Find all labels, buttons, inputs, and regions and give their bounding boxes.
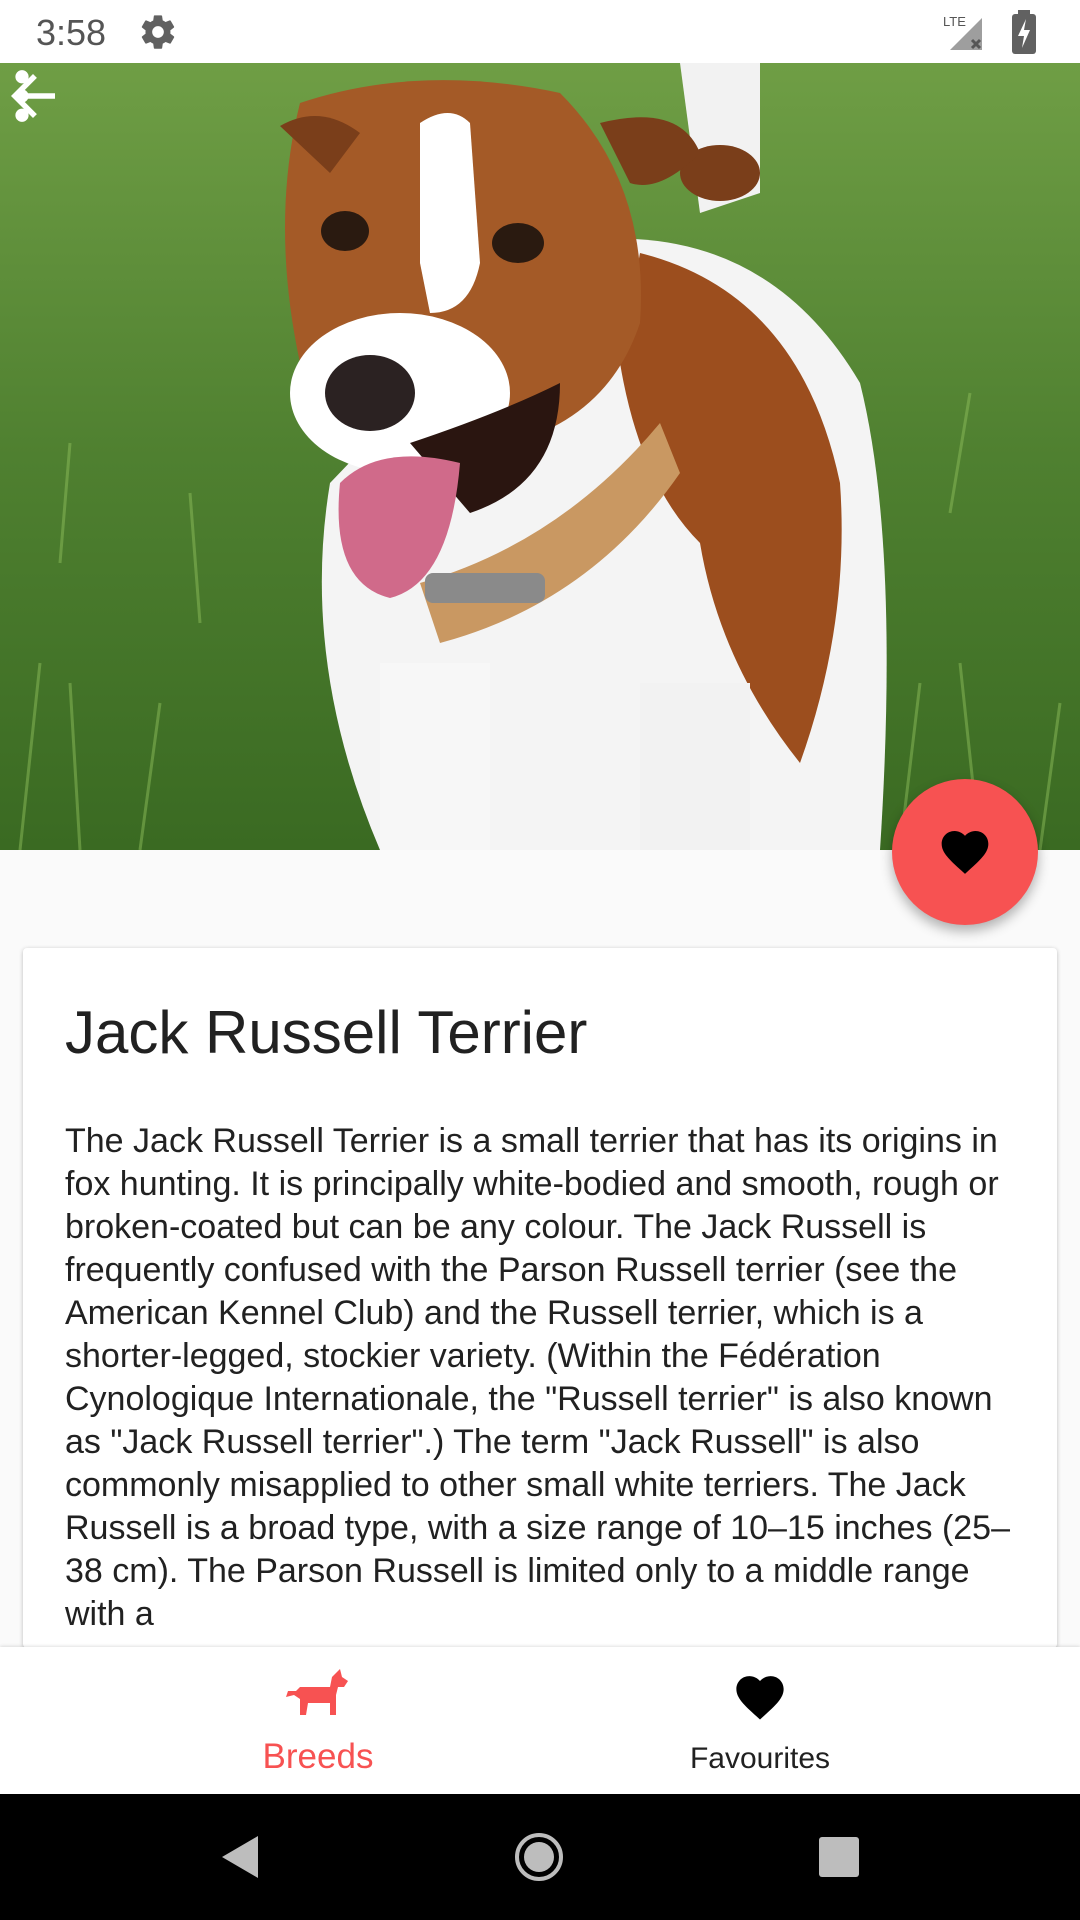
- breed-title: Jack Russell Terrier: [65, 999, 588, 1066]
- system-navigation-bar: [0, 1794, 1080, 1920]
- heart-icon: [736, 1676, 784, 1720]
- breed-description: The Jack Russell Terrier is a small terr…: [65, 1122, 1010, 1633]
- recents-square-icon[interactable]: [806, 1824, 872, 1890]
- more-vert-icon[interactable]: [0, 63, 44, 129]
- gear-icon: [141, 15, 175, 49]
- favourite-fab-button[interactable]: [892, 779, 1038, 925]
- home-circle-icon[interactable]: [506, 1824, 572, 1890]
- dog-photo: [0, 63, 1080, 850]
- nav-label-favourites: Favourites: [689, 1742, 831, 1775]
- dog-icon: [286, 1669, 348, 1715]
- bottom-navigation: Breeds Favourites: [0, 1647, 1080, 1794]
- signal-lte-icon: LTE: [943, 14, 982, 50]
- battery-charging-icon: [1012, 10, 1036, 54]
- back-triangle-icon[interactable]: [208, 1824, 274, 1890]
- network-label: LTE: [943, 14, 966, 29]
- status-time: 3:58: [36, 12, 107, 53]
- heart-icon: [941, 831, 989, 874]
- nav-item-favourites[interactable]: Favourites: [490, 1647, 1030, 1794]
- breed-hero-image: [0, 63, 1080, 850]
- breed-info-card: Jack Russell Terrier The Jack Russell Te…: [23, 948, 1057, 1648]
- status-bar: 3:58 LTE: [0, 0, 1080, 63]
